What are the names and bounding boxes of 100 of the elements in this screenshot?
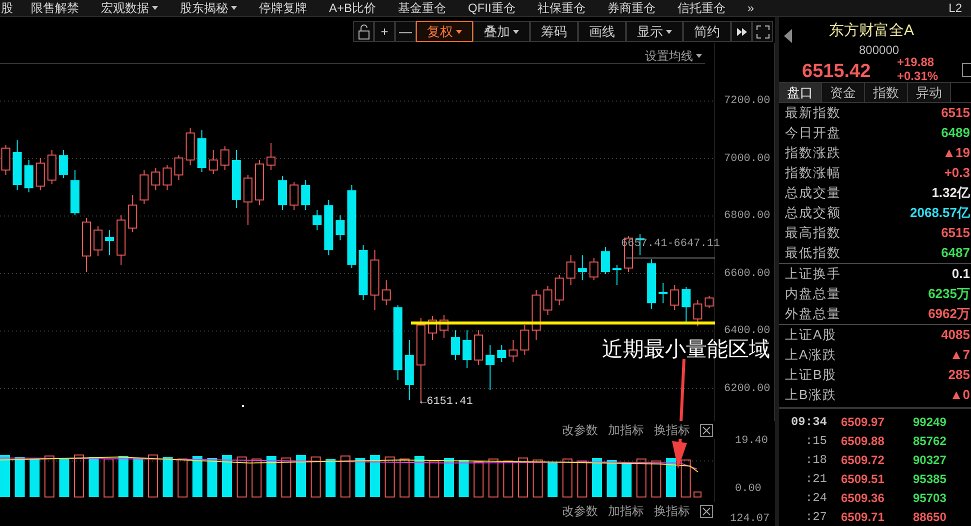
stat-value: 6487	[941, 244, 970, 262]
nav-menu-item[interactable]: 停牌复牌	[259, 0, 307, 17]
nav-menu-item[interactable]: »	[747, 0, 754, 17]
candlestick	[220, 146, 230, 171]
volume-bar	[14, 457, 25, 497]
toolbar-button[interactable]: 显示	[626, 21, 683, 42]
fullscreen-icon[interactable]	[754, 24, 770, 40]
nav-menu-item[interactable]: 社保重仓	[537, 0, 586, 17]
stat-value: ▲7	[950, 346, 970, 364]
candlestick	[682, 286, 691, 324]
volume-bar	[458, 460, 469, 497]
volume-bar	[666, 458, 676, 497]
stat-value: 4085	[941, 326, 970, 344]
stat-value: 0.1	[952, 265, 970, 284]
candlestick	[1, 144, 10, 176]
stat-label: 最高指数	[785, 224, 841, 242]
tick-time: 09:34	[790, 414, 828, 430]
index-code: 800000	[859, 42, 900, 58]
nav-menu-item[interactable]: 信托重仓	[677, 0, 726, 17]
volume-bar	[400, 458, 410, 498]
volume-bar	[622, 462, 632, 497]
panel-action-link[interactable]: 改参数	[562, 421, 598, 439]
tick-time: :18	[804, 452, 828, 468]
panel-tab[interactable]: 盘口	[779, 82, 822, 102]
toolbar-button[interactable]: —	[395, 21, 416, 42]
panel-tab[interactable]: 异动	[908, 82, 951, 102]
nav-menu-item[interactable]: L2	[948, 0, 962, 17]
candlestick	[543, 285, 552, 316]
stat-value: 6515	[941, 224, 970, 242]
axis-label: 6400.00	[724, 324, 770, 338]
panel-tab[interactable]: 资金	[822, 82, 865, 102]
toolbar-button[interactable]: 简约	[683, 21, 731, 42]
volume-bar	[148, 454, 158, 498]
panel-action-link[interactable]: 换指标	[654, 421, 690, 439]
volume-bar	[162, 457, 173, 497]
nav-menu-item[interactable]: 股东揭秘	[180, 0, 237, 17]
candlestick	[520, 324, 530, 356]
volume-bar	[694, 492, 702, 498]
tick-time: :15	[804, 432, 828, 450]
toolbar-button[interactable]: 筹码	[530, 21, 578, 42]
candlestick	[243, 174, 252, 226]
candlestick	[208, 149, 218, 175]
stat-value: 6962万	[928, 305, 970, 324]
candlestick	[301, 180, 310, 211]
tick-price: 6509.72	[841, 452, 886, 468]
volume-bar	[178, 458, 188, 498]
nav-menu-item[interactable]: 限售解禁	[31, 0, 79, 17]
stat-label: 上证A股	[785, 326, 837, 344]
toolbar-button[interactable]: 复权	[416, 21, 473, 42]
ma-settings-dropdown[interactable]: 设置均线	[645, 47, 702, 65]
nav-menu-item[interactable]: A+B比价	[329, 0, 376, 17]
volume-bar	[340, 456, 350, 498]
volume-bar	[429, 460, 440, 498]
volume-bar	[30, 459, 40, 497]
toolbar-button[interactable]: 叠加	[473, 21, 530, 42]
nav-menu-item[interactable]: 股	[1, 0, 13, 17]
price-change: +19.88	[897, 55, 934, 69]
volume-bar	[296, 455, 306, 497]
close-icon[interactable]	[702, 506, 711, 516]
tick-time: :27	[804, 508, 828, 526]
candlestick	[24, 159, 34, 193]
volume-bar	[503, 460, 514, 498]
volume-bar	[266, 456, 276, 497]
stat-value: 285	[948, 366, 970, 384]
stat-label: 总成交量	[785, 184, 841, 202]
tick-price: 6509.51	[841, 470, 886, 488]
candlestick	[566, 254, 576, 286]
candlestick	[312, 210, 322, 231]
nav-menu-item[interactable]: 基金重仓	[398, 0, 446, 17]
panel-action-link[interactable]: 换指标	[654, 502, 690, 520]
stat-value: 6515	[941, 104, 970, 122]
panel-action-link[interactable]: 加指标	[608, 502, 644, 520]
candlestick	[508, 339, 518, 363]
candlestick	[693, 299, 702, 327]
panel-action-link[interactable]: 加指标	[608, 421, 644, 439]
candlestick	[174, 154, 184, 181]
axis-label: 6800.00	[724, 209, 770, 224]
close-icon[interactable]	[702, 426, 711, 434]
volume-bar	[0, 455, 10, 497]
lock-icon[interactable]	[356, 24, 372, 40]
volume-bar	[326, 459, 336, 497]
nav-menu-item[interactable]: 宏观数据	[101, 0, 158, 17]
nav-menu-item[interactable]: 券商重仓	[607, 0, 656, 17]
toolbar-button[interactable]: 画线	[578, 21, 626, 42]
volume-bar	[444, 458, 454, 497]
tick-volume: 95703	[912, 490, 946, 506]
candlestick	[336, 214, 345, 241]
stat-label: 上B涨跌	[785, 386, 837, 404]
toolbar-button[interactable]: +	[374, 21, 395, 42]
volume-bar	[384, 456, 395, 498]
candlestick	[451, 330, 460, 361]
candlestick	[462, 330, 472, 369]
percent-change: +0.31%	[897, 69, 938, 83]
back-arrow-icon[interactable]	[784, 29, 792, 43]
candlestick	[658, 282, 668, 304]
panel-tab[interactable]: 指数	[865, 82, 908, 102]
tick-time: :21	[804, 470, 828, 488]
nav-menu-item[interactable]: QFII重仓	[468, 0, 516, 17]
panel-action-link[interactable]: 改参数	[562, 502, 598, 520]
stat-value: 2068.57亿	[910, 204, 970, 222]
